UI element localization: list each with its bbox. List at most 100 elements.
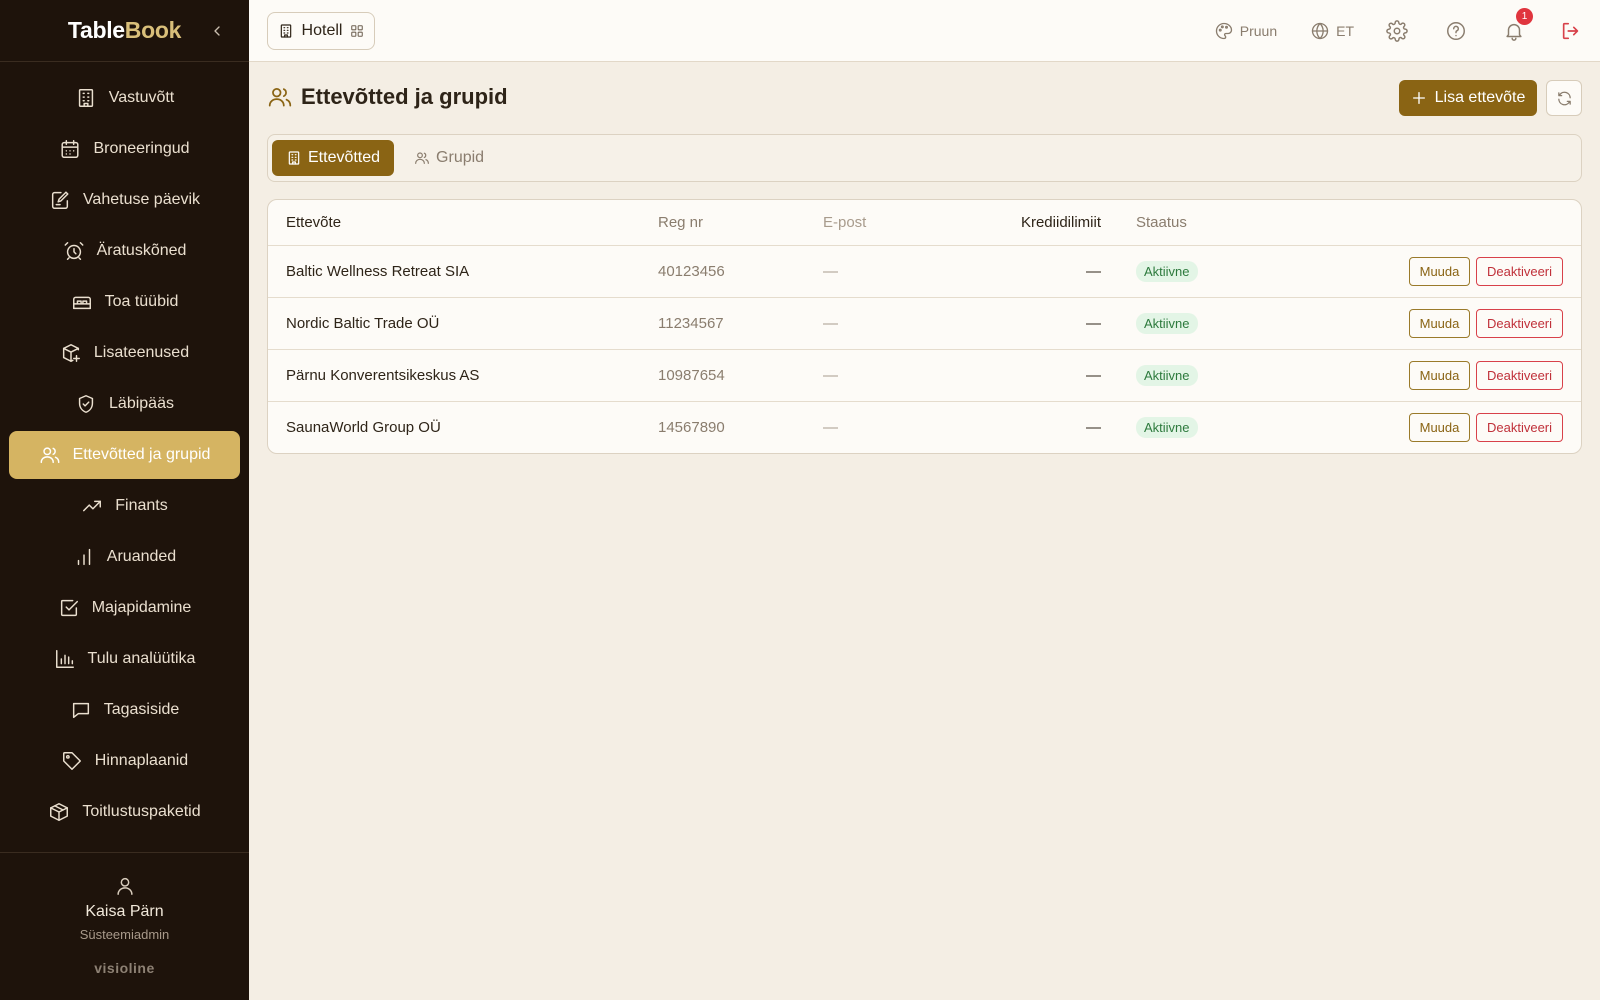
page-title-wrap: Ettevõtted ja grupid — [267, 84, 508, 110]
sidebar-item-label: Majapidamine — [91, 599, 192, 616]
table-row: Pärnu Konverentsikeskus AS 10987654 — — … — [268, 349, 1581, 402]
status-badge: Aktiivne — [1136, 312, 1198, 334]
sidebar-item-finants[interactable]: Finants — [9, 482, 240, 530]
sidebar-item-vastuvott[interactable]: Vastuvõtt — [9, 74, 240, 122]
add-company-button[interactable]: Lisa ettevõte — [1399, 80, 1537, 116]
table-header-row: Ettevõte Reg nr E-post Krediidilimiit St… — [268, 200, 1581, 246]
user-panel: Kaisa Pärn Süsteemiadmin visioline — [0, 852, 249, 1000]
deactivate-button[interactable]: Deaktiveeri — [1476, 360, 1563, 390]
help-button[interactable] — [1445, 20, 1467, 42]
check-square-icon — [60, 599, 78, 617]
theme-button[interactable]: Pruun — [1214, 21, 1277, 41]
trending-up-icon — [83, 500, 102, 512]
company-name: Nordic Baltic Trade OÜ — [268, 297, 658, 350]
actions-cell: Muuda Deaktiveeri — [1273, 245, 1581, 298]
column-header-credit-limit: Krediidilimiit — [973, 200, 1101, 246]
sidebar-item-tulu-analuutika[interactable]: Tulu analüütika — [9, 635, 240, 683]
company-name: Baltic Wellness Retreat SIA — [268, 245, 658, 298]
user-icon — [0, 875, 249, 897]
collapse-sidebar-button[interactable] — [207, 21, 227, 41]
reg-number: 40123456 — [658, 245, 823, 298]
topbar-actions: Pruun ET 1 — [1214, 0, 1600, 62]
actions-cell: Muuda Deaktiveeri — [1274, 401, 1581, 453]
sidebar-item-label: Aruanded — [106, 548, 177, 565]
hotel-selector[interactable]: Hotell — [267, 12, 375, 50]
table-row: SaunaWorld Group OÜ 14567890 — — Aktiivn… — [268, 401, 1581, 453]
package-plus-icon — [62, 344, 80, 362]
edit-button[interactable]: Muuda — [1409, 256, 1470, 286]
sidebar-item-labipaas[interactable]: Läbipääs — [9, 380, 240, 428]
sidebar-item-vahetuse-paevik[interactable]: Vahetuse päevik — [9, 176, 240, 224]
deactivate-button[interactable]: Deaktiveeri — [1476, 256, 1563, 286]
companies-table-card: Ettevõte Reg nr E-post Krediidilimiit St… — [267, 199, 1582, 454]
sidebar-item-toitlustuspaketid[interactable]: Toitlustuspaketid — [9, 788, 240, 836]
sidebar-item-aruanded[interactable]: Aruanded — [9, 533, 240, 581]
column-header-reg: Reg nr — [658, 200, 823, 246]
edit-button[interactable]: Muuda — [1409, 360, 1470, 390]
deactivate-button[interactable]: Deaktiveeri — [1476, 412, 1563, 442]
bed-icon — [72, 296, 91, 310]
status-badge: Aktiivne — [1136, 416, 1198, 438]
sidebar-item-toa-tuubid[interactable]: Toa tüübid — [9, 278, 240, 326]
chart-icon — [55, 650, 74, 668]
status-badge: Aktiivne — [1136, 364, 1198, 386]
sidebar-item-label: Finants — [115, 497, 168, 514]
actions-cell: Muuda Deaktiveeri — [1273, 297, 1581, 350]
brand-logo: TableBook — [68, 17, 181, 44]
company-name: SaunaWorld Group OÜ — [286, 418, 441, 436]
email: — — [823, 245, 973, 298]
tab-grupid[interactable]: Grupid — [400, 140, 498, 176]
brand-part2: Book — [124, 17, 182, 43]
credit-limit: — — [973, 349, 1101, 402]
notifications-button[interactable]: 1 — [1503, 8, 1533, 42]
add-company-label: Lisa ettevõte — [1434, 89, 1526, 106]
chevron-left-icon — [214, 26, 220, 36]
logout-button[interactable] — [1560, 20, 1582, 42]
sidebar-item-ettevotted-ja-grupid[interactable]: Ettevõtted ja grupid — [9, 431, 240, 479]
hotel-label: Hotell — [301, 22, 343, 39]
sidebar-item-lisateenused[interactable]: Lisateenused — [9, 329, 240, 377]
sidebar-header: TableBook — [0, 0, 249, 62]
building-icon — [78, 89, 93, 107]
sidebar-item-hinnaplaanid[interactable]: Hinnaplaanid — [9, 737, 240, 785]
tab-ettevotted[interactable]: Ettevõtted — [272, 140, 395, 176]
building-icon — [280, 24, 291, 38]
globe-icon — [1311, 22, 1329, 40]
sidebar-item-majapidamine[interactable]: Majapidamine — [9, 584, 240, 632]
column-header-email: E-post — [823, 200, 973, 246]
edit-button[interactable]: Muuda — [1409, 308, 1470, 338]
deactivate-button[interactable]: Deaktiveeri — [1476, 308, 1563, 338]
sidebar: TableBook Vastuvõtt Broneeringud Vahetus… — [0, 0, 249, 1000]
company-name: Pärnu Konverentsikeskus AS — [268, 349, 658, 402]
sidebar-item-tagasiside[interactable]: Tagasiside — [9, 686, 240, 734]
shield-check-icon — [78, 395, 94, 413]
grid-icon — [351, 25, 364, 37]
sidebar-item-aratuskoned[interactable]: Äratuskõned — [9, 227, 240, 275]
sidebar-item-label: Tulu analüütika — [87, 650, 196, 667]
users-icon — [40, 447, 60, 464]
credit-limit: — — [973, 297, 1101, 350]
user-role: Süsteemiadmin — [79, 927, 170, 942]
calendar-icon — [61, 140, 79, 158]
message-icon — [72, 702, 89, 719]
page-header: Ettevõtted ja grupid Lisa ettevõte — [267, 80, 1582, 120]
sidebar-item-broneeringud[interactable]: Broneeringud — [9, 125, 240, 173]
refresh-button[interactable] — [1546, 80, 1582, 116]
status-cell: Aktiivne — [1101, 349, 1274, 402]
email: — — [823, 418, 838, 436]
building-icon — [288, 151, 300, 165]
language-button[interactable]: ET — [1310, 21, 1354, 41]
tabs: Ettevõtted Grupid — [267, 134, 1582, 182]
edit-button[interactable]: Muuda — [1409, 412, 1470, 442]
column-header-status: Staatus — [1101, 200, 1274, 246]
notification-badge: 1 — [1516, 8, 1533, 25]
reg-number: 14567890 — [658, 418, 725, 436]
user-name: Kaisa Pärn — [85, 903, 164, 920]
language-label: ET — [1336, 23, 1354, 39]
table-row: Nordic Baltic Trade OÜ 11234567 — — Akti… — [268, 297, 1581, 350]
sidebar-item-label: Äratuskõned — [96, 242, 187, 259]
sidebar-item-label: Hinnaplaanid — [94, 752, 189, 769]
box-icon — [50, 803, 69, 821]
companies-table: Ettevõte Reg nr E-post Krediidilimiit St… — [268, 200, 1581, 453]
settings-button[interactable] — [1386, 20, 1408, 42]
